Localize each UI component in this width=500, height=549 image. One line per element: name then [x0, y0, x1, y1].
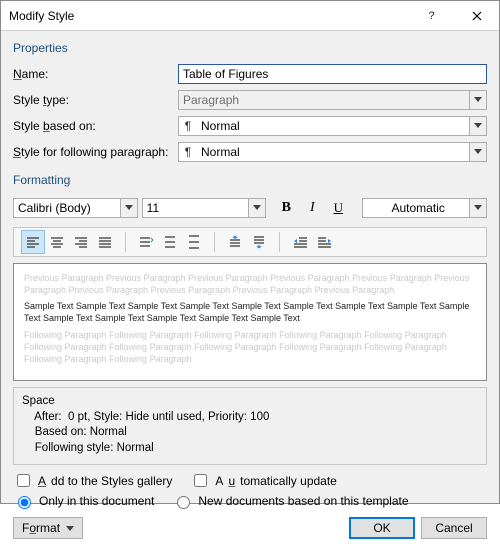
ok-button[interactable]: OK	[349, 517, 415, 539]
linespacing-2-button[interactable]	[182, 230, 206, 254]
desc-line: Space	[22, 394, 478, 410]
format-button[interactable]: Format	[13, 517, 83, 539]
modify-style-dialog: Modify Style ? Properties Name: Name: St…	[0, 0, 500, 504]
space-after-increase-button[interactable]	[247, 230, 271, 254]
properties-heading: Properties	[13, 41, 487, 55]
chevron-down-icon	[469, 91, 486, 109]
styletype-combo: Paragraph	[178, 90, 487, 110]
font-color-combo[interactable]: Automatic	[362, 198, 487, 218]
titlebar: Modify Style ?	[1, 1, 499, 31]
chevron-down-icon[interactable]	[469, 199, 486, 217]
name-label: Name:	[13, 67, 178, 81]
auto-update-checkbox[interactable]: Automatically update	[190, 471, 336, 490]
paragraph-icon: ¶	[179, 145, 197, 159]
linespacing-15-button[interactable]	[158, 230, 182, 254]
chevron-down-icon[interactable]	[469, 117, 486, 135]
font-toolbar: Calibri (Body) 11 B I U Automatic	[13, 197, 487, 219]
desc-line: Based on: Normal	[22, 425, 478, 441]
name-input[interactable]	[178, 64, 487, 84]
basedon-label: Style based on:	[13, 119, 178, 133]
paragraph-toolbar	[13, 227, 487, 257]
chevron-down-icon[interactable]	[469, 143, 486, 161]
align-justify-button[interactable]	[93, 230, 117, 254]
space-before-increase-button[interactable]	[223, 230, 247, 254]
formatting-heading: Formatting	[13, 173, 487, 187]
styletype-label: Style type:	[13, 93, 178, 107]
cancel-button[interactable]: Cancel	[421, 517, 487, 539]
italic-button[interactable]: I	[300, 197, 324, 219]
linespacing-1-button[interactable]	[134, 230, 158, 254]
only-this-doc-radio[interactable]: Only in this document	[13, 493, 154, 509]
dialog-title: Modify Style	[1, 9, 74, 23]
align-right-button[interactable]	[69, 230, 93, 254]
paragraph-icon: ¶	[179, 119, 197, 133]
desc-line: Following style: Normal	[22, 441, 478, 457]
underline-button[interactable]: U	[326, 197, 350, 219]
chevron-down-icon[interactable]	[248, 199, 265, 217]
preview-following: Following Paragraph Following Paragraph …	[24, 329, 476, 365]
following-label: Style for following paragraph:	[13, 145, 178, 159]
style-preview: Previous Paragraph Previous Paragraph Pr…	[13, 263, 487, 381]
new-docs-radio[interactable]: New documents based on this template	[172, 493, 408, 509]
basedon-combo[interactable]: ¶ Normal	[178, 116, 487, 136]
bold-button[interactable]: B	[274, 197, 298, 219]
help-button[interactable]: ?	[409, 1, 454, 31]
preview-previous: Previous Paragraph Previous Paragraph Pr…	[24, 272, 476, 296]
align-left-button[interactable]	[21, 230, 45, 254]
following-combo[interactable]: ¶ Normal	[178, 142, 487, 162]
chevron-down-icon[interactable]	[120, 199, 137, 217]
align-center-button[interactable]	[45, 230, 69, 254]
add-to-gallery-checkbox[interactable]: Add to the Styles gallery	[13, 471, 172, 490]
preview-sample: Sample Text Sample Text Sample Text Samp…	[24, 300, 476, 324]
decrease-indent-button[interactable]	[288, 230, 312, 254]
font-size-combo[interactable]: 11	[142, 198, 267, 218]
font-name-combo[interactable]: Calibri (Body)	[13, 198, 138, 218]
style-description: Space After: 0 pt, Style: Hide until use…	[13, 387, 487, 465]
increase-indent-button[interactable]	[312, 230, 336, 254]
desc-line: After: 0 pt, Style: Hide until used, Pri…	[22, 410, 478, 426]
close-button[interactable]	[454, 1, 499, 31]
